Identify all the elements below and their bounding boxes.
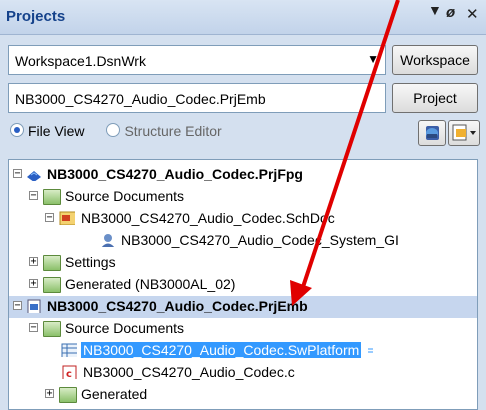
explore-icon [426,126,439,140]
folder-icon [43,321,61,337]
expand-icon[interactable]: + [29,257,38,267]
embedded-project-icon [27,299,41,313]
workspace-button[interactable]: Workspace [392,45,478,75]
project-field[interactable]: NB3000_CS4270_Audio_Codec.PrjEmb [8,83,386,113]
tree-item-label: NB3000_CS4270_Audio_Codec_System_GI [121,232,399,248]
workspace-combo-value: Workspace1.DsnWrk [15,53,146,69]
tree-row[interactable]: − Source Documents [9,318,477,340]
collapse-icon[interactable]: − [29,191,38,201]
panel-menu-dropdown-icon[interactable]: ▼ [428,2,442,18]
folder-icon [43,277,61,293]
tree-row-selected[interactable]: − NB3000_CS4270_Audio_Codec.PrjEmb [9,296,477,318]
file-view-label[interactable]: File View [28,123,85,139]
project-field-value: NB3000_CS4270_Audio_Codec.PrjEmb [15,91,266,107]
tree-row[interactable]: − NB3000_CS4270_Audio_Codec.SchDoc [9,208,477,230]
structure-editor-label[interactable]: Structure Editor [124,123,221,139]
tree-item-label: NB3000_CS4270_Audio_Codec.PrjEmb [47,298,308,314]
chevron-down-icon[interactable]: ▼ [367,52,379,66]
tree-item-label: Source Documents [65,320,185,336]
view-mode-radios: File View Structure Editor [10,123,240,143]
tree-item-label: Generated [81,386,148,402]
file-view-radio[interactable] [10,123,24,137]
tree-row[interactable]: c NB3000_CS4270_Audio_Codec.c [9,362,477,384]
close-icon[interactable]: ✕ [466,5,479,23]
tree-item-label: NB3000_CS4270_Audio_Codec.SchDoc [81,210,335,226]
collapse-icon[interactable]: − [13,169,22,179]
folder-icon [43,189,61,205]
projects-panel: Projects ▼ ø ✕ Workspace1.DsnWrk ▼ Works… [0,0,486,410]
pin-icon[interactable]: ø [446,4,455,21]
tree-row-highlighted[interactable]: NB3000_CS4270_Audio_Codec.SwPlatform [9,340,477,362]
component-icon [101,234,115,247]
tree-item-label: Source Documents [65,188,185,204]
project-options-button[interactable] [448,120,480,146]
panel-title: Projects [6,8,66,25]
tree-row[interactable]: + Generated (NB3000AL_02) [9,274,477,296]
collapse-icon[interactable]: − [13,301,22,311]
tree-item-label: Settings [65,254,116,270]
sw-platform-icon [61,343,77,357]
folder-icon [43,255,61,271]
tree-row[interactable]: + Settings [9,252,477,274]
tree-row[interactable]: − NB3000_CS4270_Audio_Codec.PrjFpg [9,164,477,186]
fpga-project-icon [27,171,41,181]
tree-item-label: NB3000_CS4270_Audio_Codec.PrjFpg [47,166,303,182]
project-tree[interactable]: − NB3000_CS4270_Audio_Codec.PrjFpg − Sou… [8,159,478,410]
expand-icon[interactable]: + [29,279,38,289]
c-file-icon: c [62,365,77,379]
workspace-combo[interactable]: Workspace1.DsnWrk ▼ [8,45,386,75]
tree-row[interactable]: NB3000_CS4270_Audio_Codec_System_GI [9,230,477,252]
document-dropdown-icon [452,124,476,141]
project-button[interactable]: Project [392,83,478,113]
tree-item-label: NB3000_CS4270_Audio_Codec.c [83,364,295,380]
schematic-doc-icon [59,211,75,225]
folder-icon [59,387,77,403]
expand-icon[interactable]: + [45,389,54,399]
panel-body: Workspace1.DsnWrk ▼ Workspace NB3000_CS4… [0,35,486,410]
collapse-icon[interactable]: − [29,323,38,333]
tree-row[interactable]: + Generated [9,384,477,406]
tree-row[interactable]: − Source Documents [9,186,477,208]
tree-item-label: NB3000_CS4270_Audio_Codec.SwPlatform [81,342,362,358]
svg-text:c: c [66,369,72,379]
explore-button[interactable] [418,120,446,146]
panel-titlebar: Projects ▼ ø ✕ [0,0,486,35]
collapse-icon[interactable]: − [45,213,54,223]
document-icon [365,344,376,358]
tree-item-label: Generated (NB3000AL_02) [65,276,236,292]
structure-editor-radio[interactable] [106,123,121,137]
